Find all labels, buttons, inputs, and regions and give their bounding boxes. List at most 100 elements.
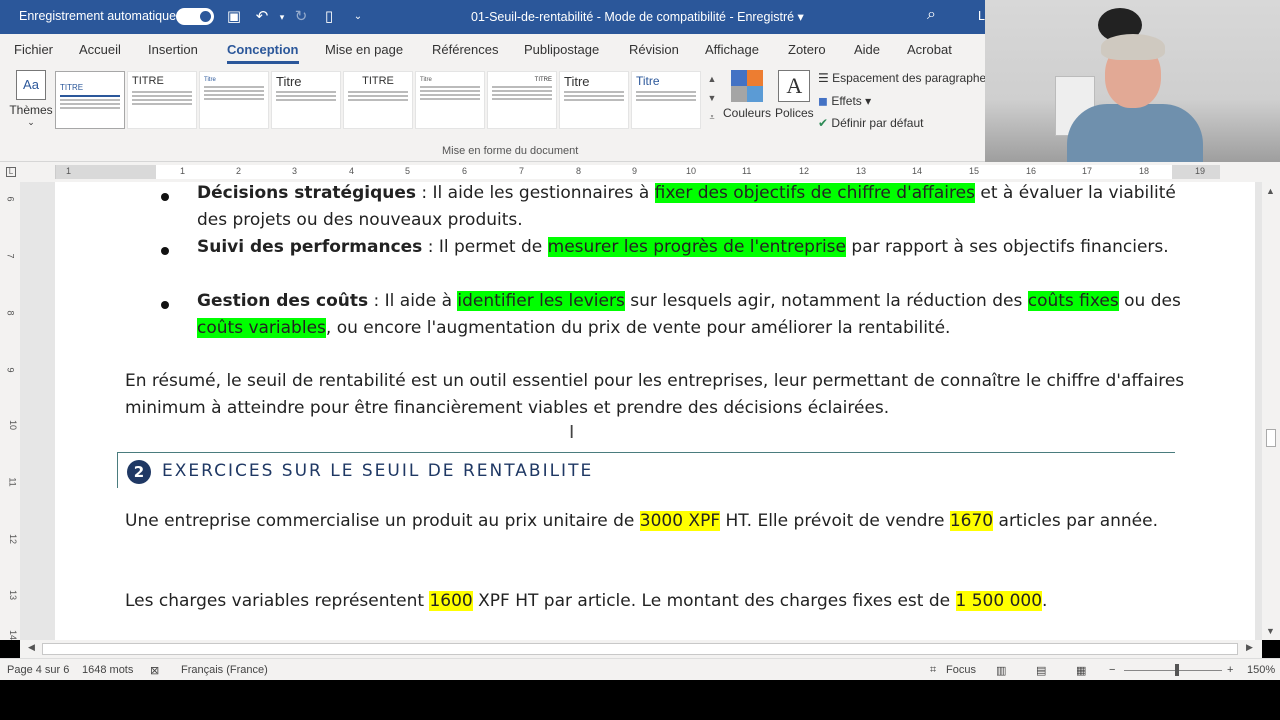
exercise-text: XPF HT par article. Le montant des charg… [472, 591, 956, 611]
language-indicator[interactable]: Français (France) [181, 664, 268, 676]
presenter-torso [1067, 104, 1203, 166]
style-set-thumb[interactable]: TITRE [55, 71, 125, 129]
bullet-item: Gestion des coûts : Il aide à identifier… [197, 288, 1197, 342]
vruler-tick: 8 [5, 310, 16, 316]
ruler-tick: 19 [1195, 166, 1206, 176]
definir-par-defaut-button[interactable]: ✔ Définir par défaut [818, 116, 923, 130]
tab-fichier[interactable]: Fichier [14, 42, 53, 57]
zoom-slider-knob[interactable] [1175, 664, 1179, 676]
tab-conception[interactable]: Conception [227, 42, 299, 64]
style-set-thumb[interactable]: TITRE [127, 71, 197, 129]
style-thumb-title: TITRE [534, 77, 552, 83]
ruler-tick: 16 [1026, 166, 1037, 176]
style-set-thumb[interactable]: Titre [631, 71, 701, 129]
bullet-icon [161, 301, 169, 309]
ruler-tick: 7 [519, 166, 525, 176]
tab-mise-en-page[interactable]: Mise en page [325, 42, 403, 57]
ruler-tick: 8 [576, 166, 582, 176]
user-initial[interactable]: L [978, 9, 985, 23]
highlighted-price: 3000 XPF [639, 511, 721, 531]
zoom-out-icon[interactable]: − [1109, 664, 1115, 676]
zoom-level[interactable]: 150% [1247, 664, 1275, 676]
word-count[interactable]: 1648 mots [82, 664, 133, 676]
bullet-icon [161, 193, 169, 201]
scroll-down-icon[interactable]: ▼ [1266, 626, 1275, 636]
page-count[interactable]: Page 4 sur 6 [7, 664, 69, 676]
style-thumb-title: Titre [636, 74, 660, 88]
tab-insertion[interactable]: Insertion [148, 42, 198, 57]
style-set-thumb[interactable]: Titre [415, 71, 485, 129]
vertical-scrollbar[interactable]: ▲ ▼ [1262, 182, 1280, 640]
tab-accueil[interactable]: Accueil [79, 42, 121, 57]
focus-button[interactable]: Focus [946, 664, 976, 676]
autosave-label: Enregistrement automatique [19, 9, 177, 23]
ruler-tick: 5 [405, 166, 411, 176]
scroll-thumb[interactable] [1266, 429, 1276, 447]
tab-references[interactable]: Références [432, 42, 498, 57]
style-set-thumb[interactable]: TITRE [343, 71, 413, 129]
document-area: Décisions stratégiques : Il aide les ges… [20, 182, 1262, 640]
new-document-icon[interactable]: ▯ [319, 7, 339, 27]
ribbon-tabs: Fichier Accueil Insertion Conception Mis… [0, 34, 985, 66]
zoom-in-icon[interactable]: + [1227, 664, 1233, 676]
undo-icon[interactable]: ↶ [252, 7, 272, 27]
exercise-text: . [1042, 591, 1048, 611]
ruler-tick: 12 [799, 166, 810, 176]
read-mode-icon[interactable]: ▥ [996, 664, 1006, 677]
document-page[interactable]: Décisions stratégiques : Il aide les ges… [55, 182, 1255, 640]
style-thumb-title: TITRE [60, 83, 84, 92]
save-icon[interactable]: ▣ [224, 7, 244, 27]
scroll-right-icon[interactable]: ▶ [1246, 642, 1253, 653]
section-heading: 2 EXERCICES SUR LE SEUIL DE RENTABILITE [117, 452, 1175, 488]
espacement-paragraphes-button[interactable]: ☰ Espacement des paragraphes [818, 71, 992, 85]
couleurs-label: Couleurs [723, 106, 772, 120]
style-set-thumb[interactable]: TITRE [487, 71, 557, 129]
gallery-scroll: ▲ ▼ ⩡ [705, 70, 719, 130]
customize-toolbar-icon[interactable]: ⌄ [348, 7, 368, 27]
style-set-thumb[interactable]: Titre [559, 71, 629, 129]
search-icon[interactable]: ⌕ [927, 6, 936, 24]
tab-zotero[interactable]: Zotero [788, 42, 826, 57]
tab-affichage[interactable]: Affichage [705, 42, 759, 57]
ruler-tick: 4 [349, 166, 355, 176]
themes-button[interactable]: Aa Thèmes ⌄ [8, 70, 54, 140]
redo-icon[interactable]: ↻ [291, 7, 311, 27]
exercise-text: Les charges variables représentent [125, 591, 430, 611]
scroll-up-icon[interactable]: ▲ [1266, 186, 1275, 196]
print-layout-icon[interactable]: ▤ [1036, 664, 1046, 677]
ruler-tick: 15 [969, 166, 980, 176]
undo-dropdown-icon[interactable]: ▾ [272, 7, 292, 27]
scroll-left-icon[interactable]: ◀ [28, 642, 35, 653]
ruler-track[interactable] [55, 165, 1220, 179]
polices-button[interactable]: A Polices [775, 70, 814, 120]
ruler-tick: 13 [856, 166, 867, 176]
tab-revision[interactable]: Révision [629, 42, 679, 57]
ruler-tick: 10 [686, 166, 697, 176]
web-layout-icon[interactable]: ▦ [1076, 664, 1086, 677]
effets-label: Effets ▾ [831, 94, 872, 108]
gallery-down-icon[interactable]: ▼ [705, 89, 719, 108]
tab-publipostage[interactable]: Publipostage [524, 42, 599, 57]
style-set-thumb[interactable]: Titre [271, 71, 341, 129]
bullet-text: sur lesquels agir, notamment la réductio… [624, 291, 1028, 311]
vruler-tick: 11 [7, 477, 18, 487]
style-thumb-title: Titre [420, 77, 432, 83]
title-bar: Enregistrement automatique ▣ ↶ ▾ ↻ ▯ ⌄ 0… [0, 0, 985, 34]
document-title[interactable]: 01-Seuil-de-rentabilité - Mode de compat… [471, 9, 804, 24]
proofing-icon[interactable]: ⊠ [150, 664, 159, 677]
gallery-up-icon[interactable]: ▲ [705, 70, 719, 89]
zoom-slider[interactable] [1124, 670, 1222, 671]
status-bar: Page 4 sur 6 1648 mots ⊠ Français (Franc… [0, 658, 1280, 680]
effets-button[interactable]: ◼ Effets ▾ [818, 94, 871, 108]
gallery-more-icon[interactable]: ⩡ [705, 108, 719, 127]
focus-icon[interactable]: ⌗ [930, 664, 936, 677]
tab-acrobat[interactable]: Acrobat [907, 42, 952, 57]
effects-icon: ◼ [818, 94, 828, 108]
style-set-thumb[interactable]: Titre [199, 71, 269, 129]
autosave-toggle[interactable] [176, 8, 214, 25]
horizontal-scrollbar[interactable]: ◀ ▶ [20, 640, 1262, 658]
hscroll-thumb[interactable] [42, 643, 1238, 655]
tab-aide[interactable]: Aide [854, 42, 880, 57]
tab-selector-icon[interactable]: L [6, 167, 16, 177]
couleurs-button[interactable]: Couleurs [723, 70, 771, 120]
